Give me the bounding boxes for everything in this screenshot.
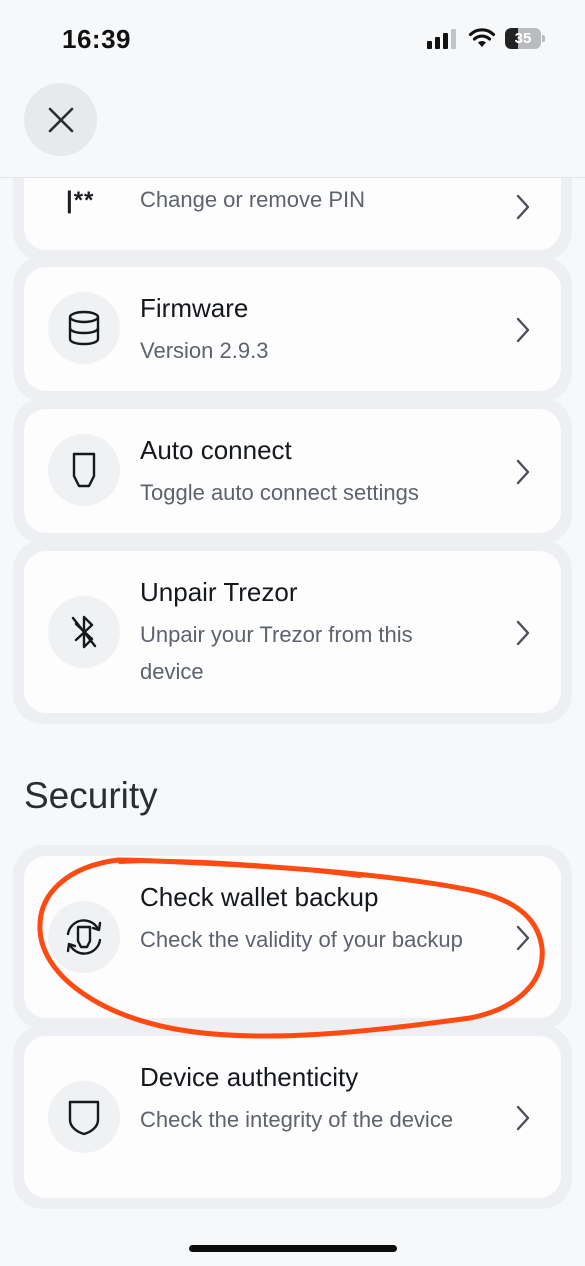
chevron-right-icon bbox=[516, 620, 530, 646]
item-title: Check wallet backup bbox=[140, 882, 379, 912]
item-subtitle: Toggle auto connect settings bbox=[140, 480, 419, 505]
pin-icon: |** bbox=[66, 187, 95, 214]
settings-scroll-area[interactable]: |** Change or remove PIN Firmware Versio… bbox=[0, 178, 585, 1266]
backup-check-icon bbox=[48, 901, 120, 973]
item-subtitle: Unpair your Trezor from this device bbox=[140, 622, 413, 684]
wifi-icon bbox=[468, 28, 496, 47]
list-item-check-wallet-backup[interactable]: Check wallet backup Check the validity o… bbox=[24, 856, 561, 1018]
unpair-card-container: Unpair Trezor Unpair your Trezor from th… bbox=[13, 540, 572, 724]
status-time: 16:39 bbox=[62, 24, 131, 54]
close-button[interactable] bbox=[24, 83, 97, 156]
item-subtitle: Change or remove PIN bbox=[140, 187, 365, 212]
screen: 16:39 35 |** Change or remove PIN Firmwa… bbox=[0, 0, 585, 1266]
list-item-auto-connect[interactable]: Auto connect Toggle auto connect setting… bbox=[24, 409, 561, 533]
battery-level: 35 bbox=[514, 30, 532, 47]
status-bar: 16:39 35 bbox=[0, 0, 585, 80]
pin-card-container: |** Change or remove PIN bbox=[13, 178, 572, 261]
battery-icon: 35 bbox=[505, 28, 545, 50]
chevron-right-icon bbox=[516, 925, 530, 951]
item-title: Firmware bbox=[140, 293, 249, 323]
item-title: Device authenticity bbox=[140, 1062, 359, 1092]
database-icon bbox=[48, 292, 120, 364]
close-icon bbox=[48, 107, 73, 132]
authenticity-card-container: Device authenticity Check the integrity … bbox=[13, 1025, 572, 1209]
auto-connect-card-container: Auto connect Toggle auto connect setting… bbox=[13, 398, 572, 544]
section-title-security: Security bbox=[24, 775, 158, 816]
list-item-unpair-trezor[interactable]: Unpair Trezor Unpair your Trezor from th… bbox=[24, 551, 561, 713]
item-title: Auto connect bbox=[140, 435, 292, 465]
shield-icon bbox=[48, 1081, 120, 1153]
list-item-firmware[interactable]: Firmware Version 2.9.3 bbox=[24, 267, 561, 391]
home-indicator[interactable] bbox=[189, 1245, 397, 1252]
trezor-device-icon bbox=[48, 434, 120, 506]
bluetooth-off-icon bbox=[48, 596, 120, 668]
list-item-change-pin[interactable]: |** Change or remove PIN bbox=[24, 178, 561, 250]
chevron-right-icon bbox=[516, 459, 530, 485]
firmware-card-container: Firmware Version 2.9.3 bbox=[13, 256, 572, 402]
item-subtitle: Check the validity of your backup bbox=[140, 927, 463, 952]
list-item-device-authenticity[interactable]: Device authenticity Check the integrity … bbox=[24, 1036, 561, 1198]
item-title: Unpair Trezor bbox=[140, 577, 298, 607]
item-subtitle: Version 2.9.3 bbox=[140, 338, 269, 363]
cellular-signal-icon bbox=[427, 29, 456, 49]
check-backup-card-container: Check wallet backup Check the validity o… bbox=[13, 845, 572, 1029]
chevron-right-icon bbox=[516, 1105, 530, 1131]
chevron-right-icon bbox=[516, 317, 530, 343]
item-subtitle: Check the integrity of the device bbox=[140, 1107, 454, 1132]
chevron-right-icon bbox=[516, 194, 530, 220]
